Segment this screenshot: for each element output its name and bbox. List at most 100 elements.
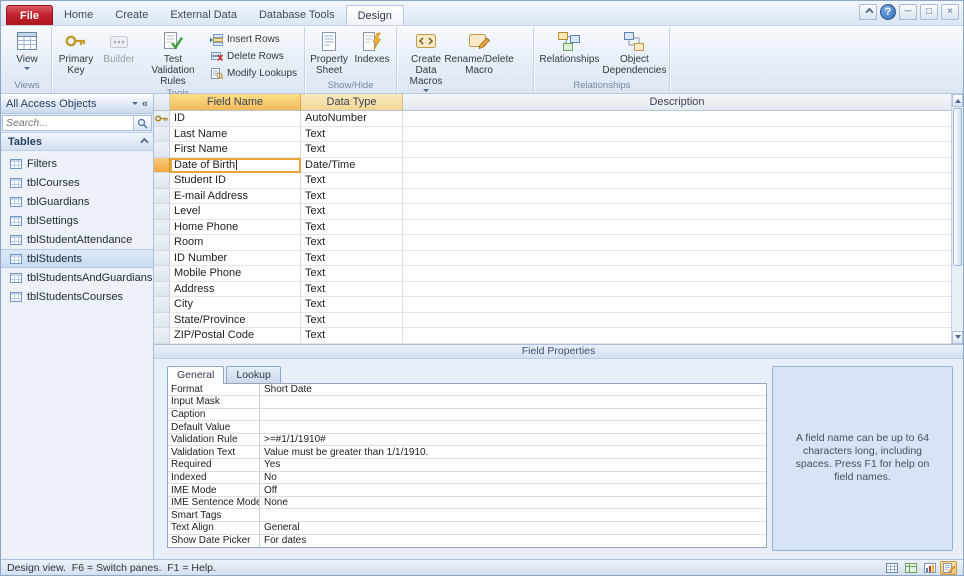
field-row[interactable]: E-mail AddressText bbox=[154, 189, 951, 205]
data-type-cell[interactable]: Text bbox=[301, 189, 403, 205]
description-cell[interactable] bbox=[403, 158, 951, 174]
property-row[interactable]: IME ModeOff bbox=[168, 484, 766, 497]
property-sheet-button[interactable]: Property Sheet bbox=[308, 28, 350, 80]
field-row[interactable]: State/ProvinceText bbox=[154, 313, 951, 329]
tab-database-tools[interactable]: Database Tools bbox=[248, 5, 346, 25]
nav-item-tblGuardians[interactable]: tblGuardians bbox=[1, 192, 153, 211]
row-selector[interactable] bbox=[154, 142, 170, 158]
field-name-header[interactable]: Field Name bbox=[170, 94, 301, 111]
nav-item-tblStudents[interactable]: tblStudents bbox=[1, 249, 153, 268]
data-type-header[interactable]: Data Type bbox=[301, 94, 403, 111]
field-name-cell[interactable]: Last Name bbox=[170, 127, 301, 143]
field-name-cell[interactable]: State/Province bbox=[170, 313, 301, 329]
close-button[interactable]: × bbox=[941, 4, 959, 20]
field-row[interactable]: ID NumberText bbox=[154, 251, 951, 267]
field-name-cell[interactable]: Student ID bbox=[170, 173, 301, 189]
field-name-cell[interactable]: Level bbox=[170, 204, 301, 220]
field-row[interactable]: Student IDText bbox=[154, 173, 951, 189]
property-value[interactable] bbox=[260, 509, 766, 522]
property-value[interactable]: Short Date bbox=[260, 384, 766, 397]
scroll-down-button[interactable] bbox=[952, 331, 963, 344]
row-selector[interactable] bbox=[154, 220, 170, 236]
field-name-cell[interactable]: Date of Birth bbox=[170, 158, 301, 174]
search-button[interactable] bbox=[134, 115, 152, 131]
field-row[interactable]: CityText bbox=[154, 297, 951, 313]
description-cell[interactable] bbox=[403, 313, 951, 329]
description-cell[interactable] bbox=[403, 251, 951, 267]
data-type-cell[interactable]: Text bbox=[301, 127, 403, 143]
property-value[interactable]: >=#1/1/1910# bbox=[260, 434, 766, 447]
property-value[interactable] bbox=[260, 409, 766, 422]
datasheet-view-button[interactable] bbox=[883, 561, 900, 575]
property-row[interactable]: IME Sentence ModeNone bbox=[168, 497, 766, 510]
property-row[interactable]: Input Mask bbox=[168, 396, 766, 409]
primary-key-button[interactable]: Primary Key bbox=[55, 28, 97, 88]
nav-item-tblStudentAttendance[interactable]: tblStudentAttendance bbox=[1, 230, 153, 249]
description-cell[interactable] bbox=[403, 204, 951, 220]
row-selector[interactable] bbox=[154, 189, 170, 205]
rename-delete-macro-button[interactable]: Rename/Delete Macro bbox=[453, 28, 505, 93]
field-row[interactable]: First NameText bbox=[154, 142, 951, 158]
collapse-ribbon-button[interactable] bbox=[859, 4, 877, 20]
field-row[interactable]: AddressText bbox=[154, 282, 951, 298]
description-header[interactable]: Description bbox=[403, 94, 951, 111]
field-name-cell[interactable]: ID Number bbox=[170, 251, 301, 267]
row-selector[interactable] bbox=[154, 173, 170, 189]
row-selector[interactable] bbox=[154, 235, 170, 251]
row-selector[interactable] bbox=[154, 127, 170, 143]
maximize-button[interactable]: □ bbox=[920, 4, 938, 20]
nav-item-tblSettings[interactable]: tblSettings bbox=[1, 211, 153, 230]
data-type-cell[interactable]: Text bbox=[301, 266, 403, 282]
data-type-cell[interactable]: Text bbox=[301, 328, 403, 344]
field-row[interactable]: Mobile PhoneText bbox=[154, 266, 951, 282]
field-row[interactable]: IDAutoNumber bbox=[154, 111, 951, 127]
pivottable-view-button[interactable] bbox=[902, 561, 919, 575]
property-row[interactable]: Text AlignGeneral bbox=[168, 522, 766, 535]
description-cell[interactable] bbox=[403, 282, 951, 298]
data-type-cell[interactable]: Text bbox=[301, 251, 403, 267]
data-type-cell[interactable]: Text bbox=[301, 173, 403, 189]
data-type-cell[interactable]: Text bbox=[301, 204, 403, 220]
field-row[interactable]: ZIP/Postal CodeText bbox=[154, 328, 951, 344]
data-type-cell[interactable]: Text bbox=[301, 220, 403, 236]
property-value[interactable]: None bbox=[260, 497, 766, 510]
property-value[interactable]: Yes bbox=[260, 459, 766, 472]
tab-external-data[interactable]: External Data bbox=[159, 5, 248, 25]
field-name-cell[interactable]: ID bbox=[170, 111, 301, 127]
object-dependencies-button[interactable]: Object Dependencies bbox=[602, 28, 666, 80]
row-selector[interactable] bbox=[154, 328, 170, 344]
scroll-up-button[interactable] bbox=[952, 94, 963, 107]
description-cell[interactable] bbox=[403, 235, 951, 251]
pivotchart-view-button[interactable] bbox=[921, 561, 938, 575]
collapse-pane-icon[interactable]: « bbox=[142, 98, 148, 110]
description-cell[interactable] bbox=[403, 266, 951, 282]
property-row[interactable]: Validation TextValue must be greater tha… bbox=[168, 446, 766, 459]
nav-section-tables[interactable]: Tables bbox=[1, 133, 153, 151]
field-name-cell[interactable]: City bbox=[170, 297, 301, 313]
field-row[interactable]: LevelText bbox=[154, 204, 951, 220]
row-selector[interactable] bbox=[154, 282, 170, 298]
property-value[interactable]: General bbox=[260, 522, 766, 535]
property-value[interactable]: No bbox=[260, 472, 766, 485]
description-cell[interactable] bbox=[403, 127, 951, 143]
row-selector[interactable] bbox=[154, 204, 170, 220]
field-name-cell[interactable]: ZIP/Postal Code bbox=[170, 328, 301, 344]
nav-item-tblStudentsAndGuardians[interactable]: tblStudentsAndGuardians bbox=[1, 268, 153, 287]
description-cell[interactable] bbox=[403, 328, 951, 344]
tab-design[interactable]: Design bbox=[346, 5, 404, 25]
insert-rows-button[interactable]: Insert Rows bbox=[206, 31, 301, 48]
row-selector[interactable] bbox=[154, 111, 170, 127]
row-selector[interactable] bbox=[154, 297, 170, 313]
property-value[interactable]: Value must be greater than 1/1/1910. bbox=[260, 446, 766, 459]
property-row[interactable]: FormatShort Date bbox=[168, 384, 766, 397]
field-row[interactable]: Last NameText bbox=[154, 127, 951, 143]
field-row[interactable]: RoomText bbox=[154, 235, 951, 251]
property-row[interactable]: IndexedNo bbox=[168, 472, 766, 485]
field-name-cell[interactable]: Mobile Phone bbox=[170, 266, 301, 282]
property-tab-lookup[interactable]: Lookup bbox=[226, 366, 280, 383]
relationships-button[interactable]: Relationships bbox=[537, 28, 601, 80]
description-cell[interactable] bbox=[403, 111, 951, 127]
nav-item-tblCourses[interactable]: tblCourses bbox=[1, 173, 153, 192]
design-view-button[interactable] bbox=[940, 561, 957, 575]
property-row[interactable]: Validation Rule>=#1/1/1910# bbox=[168, 434, 766, 447]
